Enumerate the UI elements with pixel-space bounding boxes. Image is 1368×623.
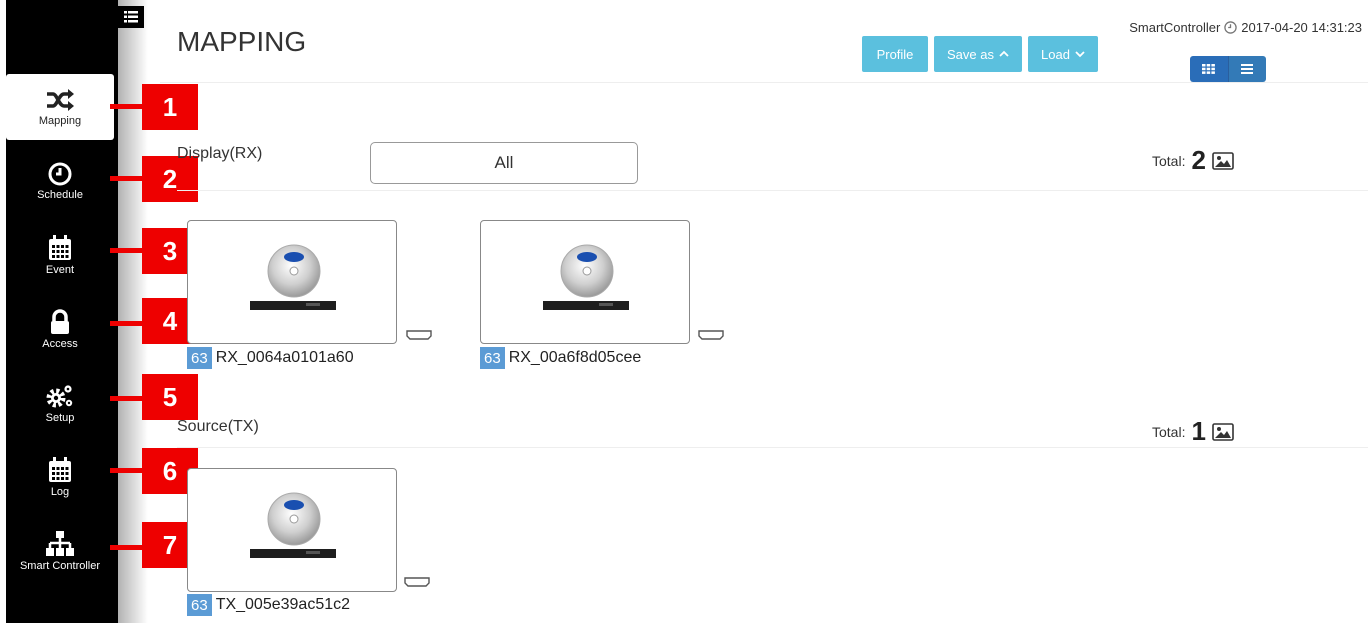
divider — [160, 82, 1368, 83]
hdmi-port-icon[interactable] — [698, 330, 724, 340]
sitemap-icon — [46, 530, 74, 556]
sidebar-item-log[interactable]: Log — [6, 444, 114, 510]
display-total: Total: 2 — [1152, 145, 1234, 176]
menu-toggle-icon[interactable] — [118, 6, 144, 28]
device-badge: 63 — [187, 347, 212, 369]
sidebar-item-label: Log — [50, 485, 70, 498]
total-label: Total: — [1152, 423, 1186, 440]
sidebar-item-access[interactable]: Access — [6, 296, 114, 362]
calendar-icon — [49, 456, 71, 482]
device-card-tx-1[interactable] — [187, 468, 397, 592]
sidebar-item-schedule[interactable]: Schedule — [6, 148, 114, 214]
sidebar-item-label: Setup — [45, 411, 75, 424]
sidebar-item-setup[interactable]: Setup — [6, 370, 114, 436]
grid-icon — [1202, 64, 1216, 74]
device-card-rx-1[interactable] — [187, 220, 397, 344]
clock-icon — [1224, 21, 1238, 34]
display-section-label: Display(RX) — [177, 145, 263, 162]
device-card-rx-2[interactable] — [480, 220, 690, 344]
callout-badge: 1 — [142, 84, 198, 130]
gears-icon — [46, 384, 73, 407]
lock-icon — [51, 308, 69, 334]
device-caption: 63 RX_0064a0101a60 — [187, 347, 354, 369]
image-icon[interactable] — [1212, 151, 1234, 170]
device-badge: 63 — [187, 594, 212, 616]
list-icon — [1241, 64, 1254, 74]
profile-button-label: Profile — [876, 46, 914, 62]
sidebar-item-label: Access — [42, 337, 78, 350]
page-title: MAPPING — [177, 26, 307, 57]
display-filter-value: All — [494, 153, 514, 172]
source-total: Total: 1 — [1152, 416, 1234, 447]
clock-icon — [48, 162, 72, 185]
hdmi-port-icon[interactable] — [406, 330, 432, 340]
sidebar-item-label: Mapping — [38, 114, 82, 127]
display-filter-select[interactable]: All — [370, 142, 638, 184]
total-label: Total: — [1152, 152, 1186, 169]
device-name: TX_005e39ac51c2 — [215, 596, 351, 613]
save-as-button-label: Save as — [947, 46, 994, 62]
load-button[interactable]: Load — [1028, 36, 1098, 72]
device-caption: 63 TX_005e39ac51c2 — [187, 594, 350, 616]
sidebar-item-event[interactable]: Event — [6, 222, 114, 288]
device-badge: 63 — [480, 347, 505, 369]
image-icon[interactable] — [1212, 422, 1234, 441]
total-count: 1 — [1191, 416, 1206, 446]
callout-badge: 5 — [142, 374, 198, 420]
bluray-player-icon — [250, 244, 336, 310]
datetime: 2017-04-20 14:31:23 — [1241, 20, 1362, 35]
device-caption: 63 RX_00a6f8d05cee — [480, 347, 641, 369]
divider — [177, 190, 1368, 191]
sidebar-item-label: Event — [45, 263, 75, 276]
grid-view-button[interactable] — [1190, 56, 1228, 82]
profile-button[interactable]: Profile — [862, 36, 928, 72]
sidebar-item-label: Schedule — [37, 188, 83, 201]
divider — [177, 447, 1368, 448]
total-count: 2 — [1191, 145, 1206, 175]
shuffle-icon — [47, 88, 74, 111]
hdmi-port-icon[interactable] — [404, 577, 430, 587]
sidebar-item-mapping[interactable]: Mapping — [6, 74, 114, 140]
view-toggle — [1190, 56, 1266, 82]
chevron-down-icon — [1075, 51, 1085, 58]
device-name: SmartController — [1129, 20, 1221, 35]
load-button-label: Load — [1041, 46, 1070, 62]
bluray-player-icon — [250, 492, 336, 558]
bluray-player-icon — [543, 244, 629, 310]
status-line: SmartController 2017-04-20 14:31:23 — [1129, 20, 1362, 35]
chevron-up-icon — [999, 50, 1009, 57]
save-as-button[interactable]: Save as — [934, 36, 1022, 72]
calendar-icon — [49, 234, 71, 260]
source-section-label: Source(TX) — [177, 418, 259, 435]
device-name: RX_0064a0101a60 — [215, 349, 354, 366]
list-view-button[interactable] — [1227, 56, 1266, 82]
sidebar-item-label: Smart Controller — [19, 559, 101, 572]
sidebar-item-smart-controller[interactable]: Smart Controller — [6, 518, 114, 584]
device-name: RX_00a6f8d05cee — [508, 349, 642, 366]
